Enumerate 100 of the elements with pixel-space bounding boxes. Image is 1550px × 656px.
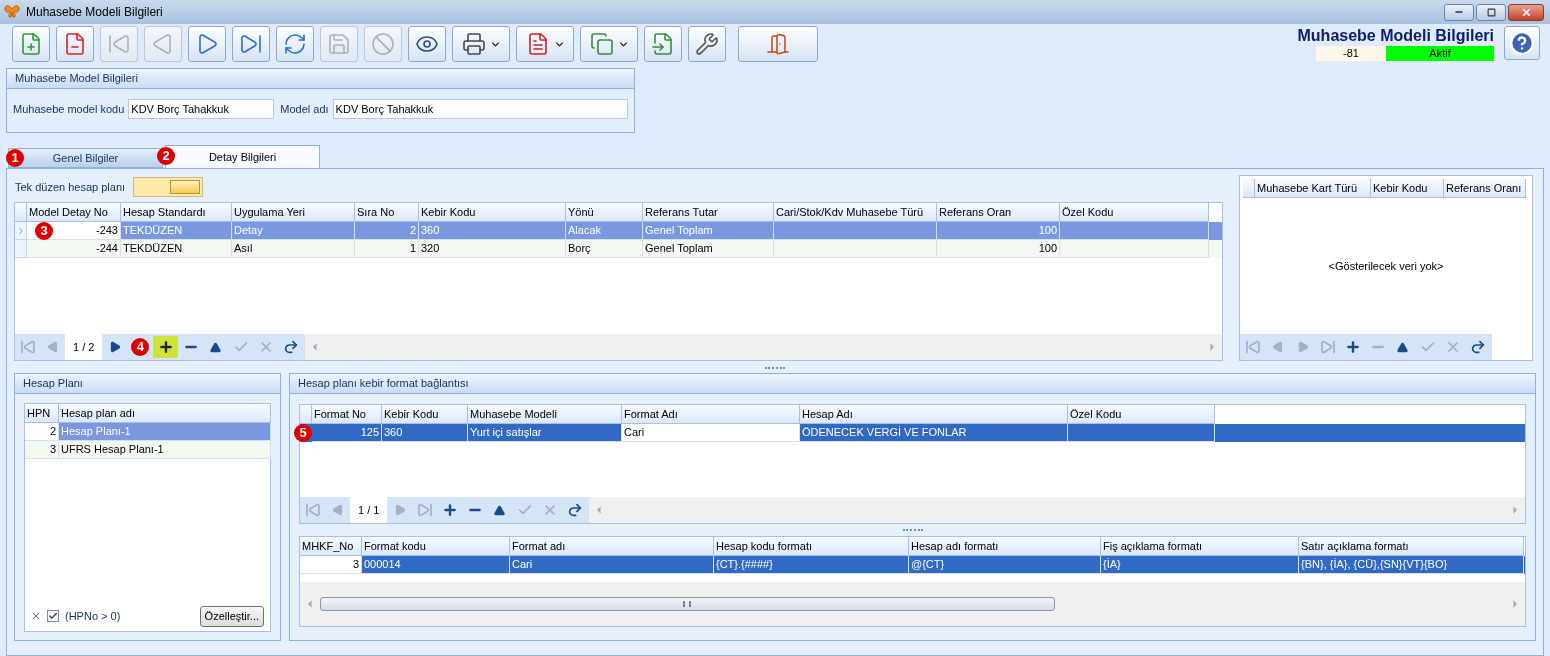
empty-message: <Gösterilecek veri yok> (1328, 258, 1444, 274)
table-row[interactable]: 3 UFRS Hesap Planı-1 (25, 441, 270, 459)
column-header[interactable]: Satır açıklama formatı (1299, 537, 1524, 556)
column-header[interactable]: Hesap kodu formatı (714, 537, 909, 556)
help-button[interactable] (1504, 26, 1540, 60)
column-header[interactable]: MHKF_No (300, 537, 362, 556)
filter-text: (HPNo > 0) (65, 608, 121, 624)
table-cell: {CT}.{####} (714, 556, 909, 574)
minimize-button[interactable] (1444, 3, 1474, 21)
discard-icon (371, 32, 395, 56)
toolbar-button[interactable] (644, 26, 682, 62)
splitter-grip-icon[interactable] (765, 366, 785, 370)
table-cell: 125 (312, 424, 382, 442)
column-header[interactable]: Özel Kodu (1060, 203, 1209, 222)
next-icon (1296, 341, 1309, 353)
step-marker: 4 (131, 338, 150, 356)
column-header[interactable]: Hesap adı formatı (909, 537, 1101, 556)
table-row[interactable]: -244 TEKDÜZEN Asıl 1 320 Borç Genel Toplam 100 (15, 240, 1222, 258)
table-cell: ÖDENECEK VERGİ VE FONLAR (800, 424, 1068, 442)
table-cell: 2 (25, 423, 59, 441)
column-header[interactable]: Referans Tutar (643, 203, 774, 222)
column-header[interactable]: Sıra No (355, 203, 419, 222)
column-header[interactable]: Format kodu (362, 537, 510, 556)
page-indicator: 1 / 1 (350, 497, 388, 523)
toolbar-button[interactable] (688, 26, 726, 62)
column-header[interactable]: Muhasebe Kart Türü (1255, 179, 1371, 198)
field-label: Model adı (280, 101, 329, 117)
clear-filter-icon[interactable] (31, 611, 41, 621)
previous-icon (1271, 341, 1284, 353)
column-header[interactable]: Referans Oranı (1444, 179, 1526, 198)
move-up-icon (210, 341, 222, 353)
close-button[interactable] (1508, 3, 1544, 21)
toolbar-button[interactable] (738, 26, 818, 62)
column-header[interactable]: Kebir Kodu (382, 405, 468, 424)
add-icon (441, 502, 458, 518)
add-icon (157, 339, 174, 355)
wrench-icon (695, 32, 719, 56)
step-marker: 1 (6, 149, 24, 167)
column-header[interactable]: Özel Kodu (1068, 405, 1215, 424)
toolbar-button[interactable] (188, 26, 226, 62)
previous-icon (331, 504, 344, 516)
toolbar-button[interactable] (276, 26, 314, 62)
column-header[interactable]: Format adı (510, 537, 714, 556)
column-header[interactable]: Referans Oran (937, 203, 1060, 222)
maximize-button[interactable] (1476, 3, 1506, 21)
toolbar-button[interactable] (232, 26, 270, 62)
table-cell: Cari (622, 424, 800, 442)
close-icon (1520, 6, 1532, 18)
column-header[interactable]: Hesap plan adı (59, 404, 271, 423)
scrollbar-thumb[interactable] (320, 596, 1055, 611)
redo-icon (566, 502, 583, 518)
splitter-grip-icon[interactable] (902, 528, 923, 532)
toolbar-button[interactable] (452, 26, 510, 62)
table-cell: @{CT} (909, 556, 1101, 574)
field-label: Muhasebe model kodu (13, 101, 125, 117)
pager-button[interactable] (153, 336, 179, 358)
move-up-icon (494, 504, 506, 516)
last-icon (416, 502, 433, 518)
table-row[interactable]: 3 000014 Cari {CT}.{####} @{CT} {İA} {BN}, {İA}, {CÜ},{SN}{VT}{BO} (300, 556, 1525, 574)
text-field[interactable]: KDV Borç Tahakkuk (128, 99, 275, 119)
horizontal-scrollbar[interactable] (305, 334, 1222, 360)
column-header[interactable]: Model Detay No (27, 203, 121, 222)
column-header[interactable]: Kebir Kodu (1371, 179, 1444, 198)
column-header[interactable]: Muhasebe Modeli (468, 405, 622, 424)
column-header[interactable]: Cari/Stok/Kdv Muhasebe Türü (774, 203, 937, 222)
column-header[interactable]: Format Adı (622, 405, 800, 424)
horizontal-scrollbar[interactable] (300, 581, 1525, 626)
column-header[interactable]: Yönü (566, 203, 643, 222)
page-indicator: 1 / 2 (65, 334, 103, 360)
column-header[interactable]: Hesap Standardı (121, 203, 232, 222)
column-header[interactable]: HPN (25, 404, 59, 423)
toggle-switch[interactable] (133, 177, 204, 197)
text-field[interactable]: KDV Borç Tahakkuk (332, 99, 628, 119)
delete-document-icon (63, 32, 87, 56)
column-header[interactable]: Format No (312, 405, 382, 424)
column-header[interactable]: Uygulama Yeri (232, 203, 355, 222)
check-icon (48, 611, 58, 621)
column-header[interactable]: Fiş açıklama formatı (1101, 537, 1299, 556)
row-indicator[interactable] (15, 222, 27, 240)
column-header (1243, 179, 1255, 198)
redo-icon (1469, 339, 1486, 355)
panel-title: Muhasebe Model Bilgileri (7, 69, 634, 89)
table-row[interactable]: 2 Hesap Planı-1 (25, 423, 270, 441)
horizontal-scrollbar[interactable] (589, 497, 1525, 523)
last-icon (1319, 339, 1336, 355)
toolbar-button[interactable] (408, 26, 446, 62)
table-cell: Asıl (232, 240, 355, 258)
previous-icon (46, 341, 59, 353)
next-icon (108, 341, 121, 353)
filter-checkbox[interactable] (47, 610, 59, 622)
column-header[interactable]: Hesap Adı (800, 405, 1068, 424)
toggle-label: Tek düzen hesap planı (15, 179, 126, 195)
form-title: Muhasebe Modeli Bilgileri (1297, 26, 1494, 46)
toolbar-button[interactable] (56, 26, 94, 62)
customize-button[interactable]: Özelleştir... (199, 605, 264, 627)
column-header[interactable]: Kebir Kodu (419, 203, 566, 222)
first-icon (19, 339, 36, 355)
next-icon (393, 504, 406, 516)
toolbar-button[interactable] (516, 26, 574, 62)
butterfly-icon (4, 5, 20, 19)
